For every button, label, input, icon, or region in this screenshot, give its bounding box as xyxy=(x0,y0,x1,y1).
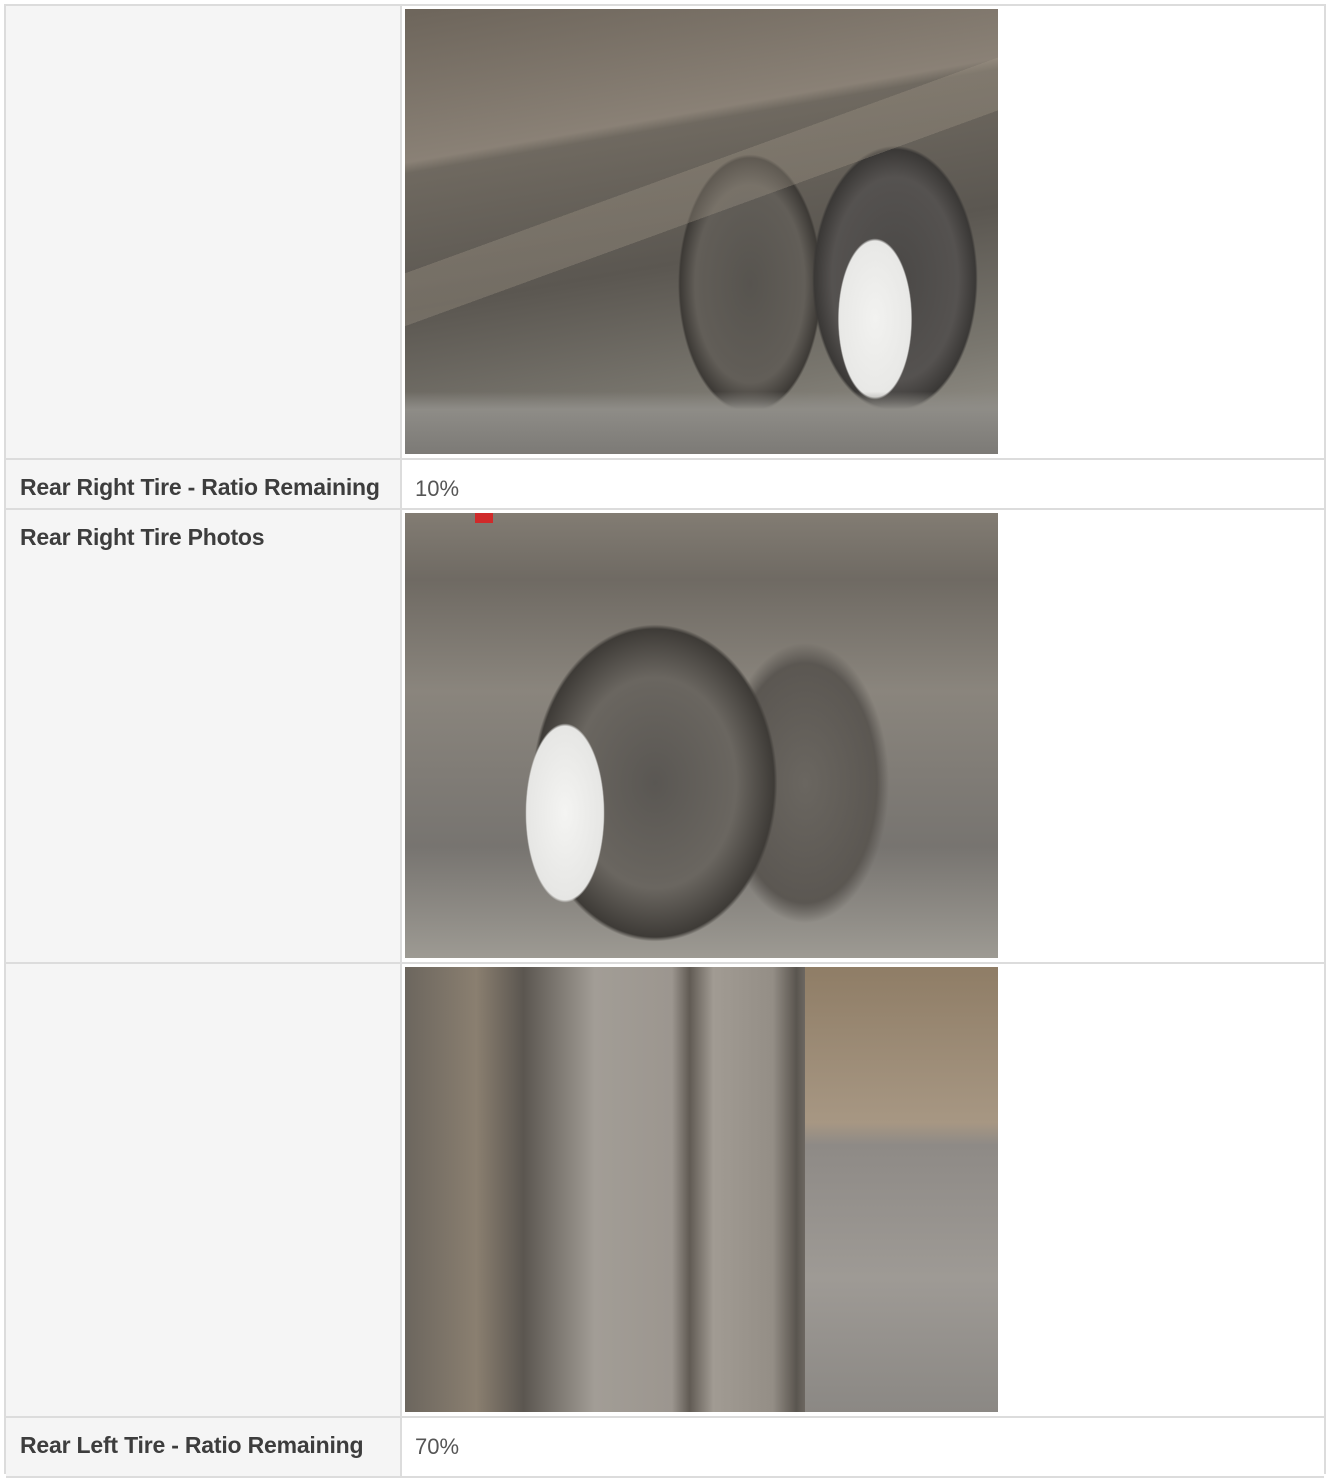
table-row xyxy=(6,6,1324,460)
field-label xyxy=(6,6,402,458)
inspection-table: Rear Right Tire - Ratio Remaining 10% Re… xyxy=(4,4,1326,1478)
field-value xyxy=(402,964,1324,1416)
field-value: 70% xyxy=(415,1434,460,1459)
field-value: 10% xyxy=(415,476,460,501)
field-label: Rear Right Tire - Ratio Remaining xyxy=(6,460,402,508)
table-row: Rear Right Tire - Ratio Remaining 10% xyxy=(6,460,1324,510)
table-row: Rear Right Tire Photos xyxy=(6,510,1324,964)
table-row xyxy=(6,964,1324,1418)
tire-photo[interactable] xyxy=(405,513,998,958)
table-row: Rear Left Tire - Ratio Remaining 70% xyxy=(6,1418,1324,1478)
field-label: Rear Left Tire - Ratio Remaining xyxy=(6,1418,402,1476)
field-label xyxy=(6,964,402,1416)
field-value xyxy=(402,6,1324,458)
tire-photo[interactable] xyxy=(405,9,998,454)
field-value xyxy=(402,510,1324,962)
tire-photo[interactable] xyxy=(405,967,998,1412)
field-label: Rear Right Tire Photos xyxy=(6,510,402,962)
